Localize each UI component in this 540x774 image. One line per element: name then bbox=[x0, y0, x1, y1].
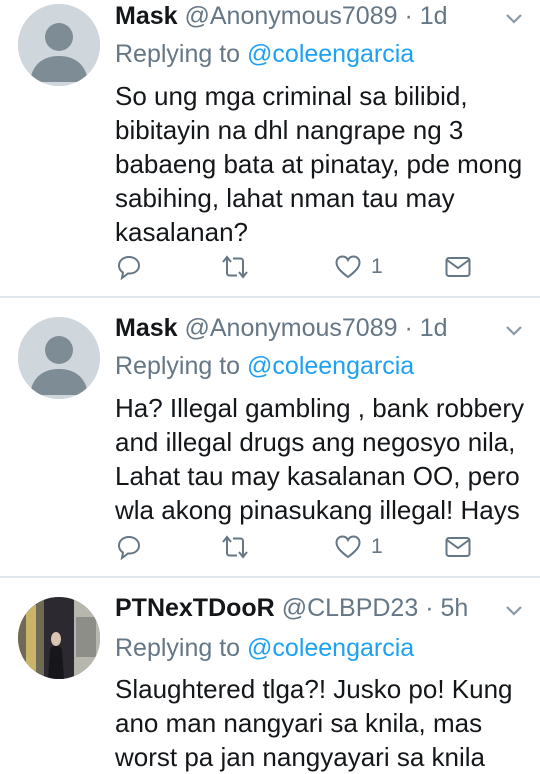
like-button[interactable]: 1 bbox=[334, 254, 383, 280]
tweet[interactable]: Mask @Anonymous7089 · 1d Replying to @co… bbox=[0, 0, 540, 296]
reply-button[interactable] bbox=[116, 254, 142, 280]
chevron-down-icon[interactable] bbox=[504, 324, 524, 338]
replying-to: Replying to @coleengarcia bbox=[115, 632, 414, 664]
tweet[interactable]: PTNexTDooR @CLBPD23 · 5h Replying to @co… bbox=[0, 578, 540, 773]
tweet-text-line: worst pa jan nangyayari sa knila bbox=[115, 742, 485, 772]
envelope-icon bbox=[445, 257, 471, 277]
photo-avatar-icon bbox=[18, 597, 100, 679]
tweet-text-line: Lahat tau may kasalanan OO, pero bbox=[115, 461, 520, 491]
default-avatar-icon bbox=[18, 4, 100, 86]
chevron-down-icon[interactable] bbox=[504, 604, 524, 618]
tweet-text-line: Ha? Illegal gambling , bank robbery bbox=[115, 393, 525, 423]
tweet-text-line: and illegal drugs ang negosyo nila, bbox=[115, 427, 516, 457]
reply-button[interactable] bbox=[116, 534, 142, 560]
tweet-text-line: bibitayin na dhl nangrape ng 3 bbox=[115, 115, 464, 145]
avatar[interactable] bbox=[18, 317, 100, 399]
display-name[interactable]: Mask bbox=[115, 314, 178, 342]
replying-to: Replying to @coleengarcia bbox=[115, 38, 414, 70]
user-handle[interactable]: @Anonymous7089 bbox=[185, 314, 398, 342]
timestamp[interactable]: 1d bbox=[420, 2, 448, 30]
display-name[interactable]: PTNexTDooR bbox=[115, 594, 275, 622]
tweet[interactable]: Mask @Anonymous7089 · 1d Replying to @co… bbox=[0, 298, 540, 576]
tweet-header: PTNexTDooR @CLBPD23 · 5h bbox=[115, 592, 468, 624]
like-count: 1 bbox=[371, 255, 383, 278]
replying-prefix: Replying to bbox=[115, 634, 241, 662]
reply-icon bbox=[117, 255, 141, 280]
heart-icon bbox=[335, 255, 361, 279]
like-count: 1 bbox=[371, 535, 383, 558]
direct-message-button[interactable] bbox=[444, 534, 472, 560]
separator-dot: · bbox=[425, 594, 434, 622]
retweet-button[interactable] bbox=[220, 254, 250, 280]
retweet-icon bbox=[222, 535, 248, 559]
direct-message-button[interactable] bbox=[444, 254, 472, 280]
tweet-header: Mask @Anonymous7089 · 1d bbox=[115, 312, 448, 344]
avatar[interactable] bbox=[18, 4, 100, 86]
display-name[interactable]: Mask bbox=[115, 2, 178, 30]
separator-dot: · bbox=[404, 314, 413, 342]
avatar[interactable] bbox=[18, 597, 100, 679]
envelope-icon bbox=[445, 537, 471, 557]
user-handle[interactable]: @Anonymous7089 bbox=[185, 2, 398, 30]
tweet-text-line: wla akong pinasukang illegal! Hays bbox=[115, 495, 520, 525]
reply-icon bbox=[117, 535, 141, 560]
tweet-text: So ung mga criminal sa bilibid, bibitayi… bbox=[115, 79, 525, 249]
tweet-text-line: So ung mga criminal sa bilibid, bbox=[115, 81, 468, 111]
tweet-text-line: babaeng bata at pinatay, pde mong bbox=[115, 149, 523, 179]
timestamp[interactable]: 5h bbox=[440, 594, 468, 622]
like-button[interactable]: 1 bbox=[334, 534, 383, 560]
tweet-header: Mask @Anonymous7089 · 1d bbox=[115, 0, 448, 32]
replying-prefix: Replying to bbox=[115, 40, 241, 68]
timestamp[interactable]: 1d bbox=[420, 314, 448, 342]
default-avatar-icon bbox=[18, 317, 100, 399]
retweet-button[interactable] bbox=[220, 534, 250, 560]
replying-prefix: Replying to bbox=[115, 352, 241, 380]
tweet-text: Slaughtered tlga?! Jusko po! Kung ano ma… bbox=[115, 672, 525, 774]
mention-link[interactable]: @coleengarcia bbox=[247, 634, 414, 662]
replying-to: Replying to @coleengarcia bbox=[115, 350, 414, 382]
mention-link[interactable]: @coleengarcia bbox=[247, 40, 414, 68]
chevron-down-icon[interactable] bbox=[504, 12, 524, 26]
heart-icon bbox=[335, 535, 361, 559]
separator-dot: · bbox=[404, 2, 413, 30]
mention-link[interactable]: @coleengarcia bbox=[247, 352, 414, 380]
tweet-text-line: sabihing, lahat nman tau may bbox=[115, 183, 455, 213]
tweet-text-line: ano man nangyari sa knila, mas bbox=[115, 708, 483, 738]
retweet-icon bbox=[222, 255, 248, 279]
tweet-text: Ha? Illegal gambling , bank robbery and … bbox=[115, 391, 525, 527]
tweet-text-line: Slaughtered tlga?! Jusko po! Kung bbox=[115, 674, 513, 704]
tweet-text-line: kasalanan? bbox=[115, 217, 248, 247]
user-handle[interactable]: @CLBPD23 bbox=[282, 594, 419, 622]
